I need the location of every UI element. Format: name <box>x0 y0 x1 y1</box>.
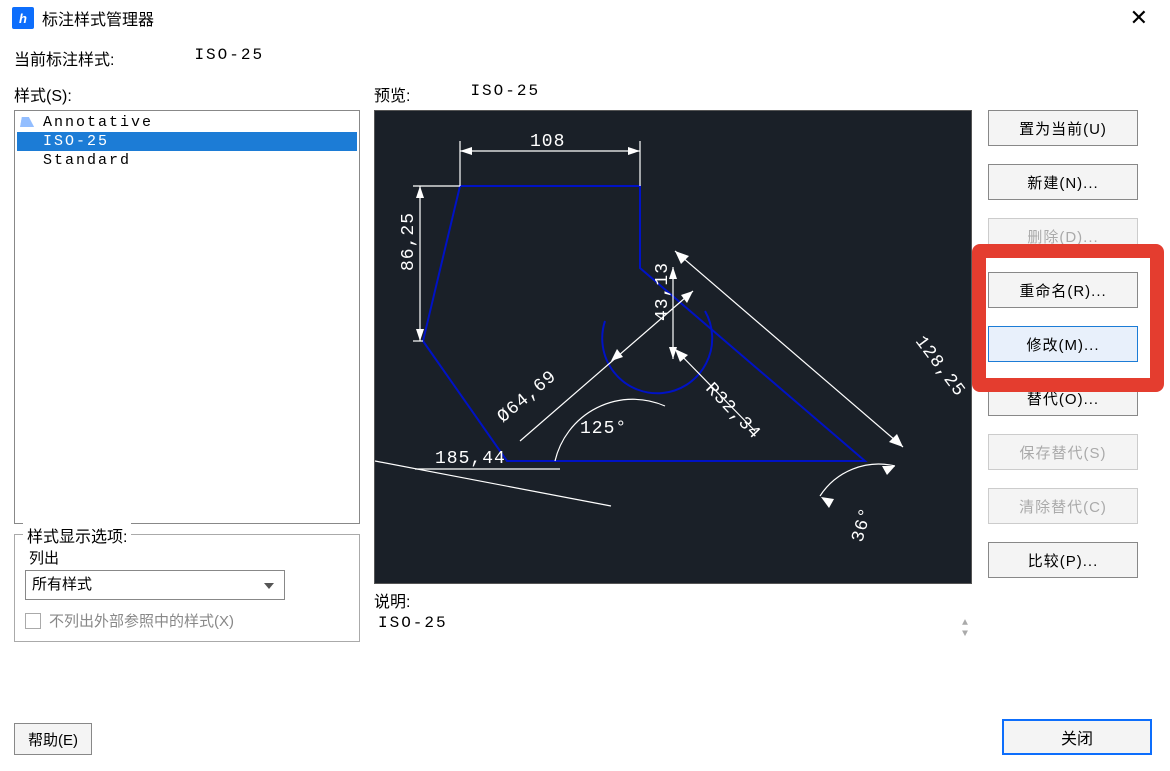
new-button[interactable]: 新建(N)... <box>988 164 1138 200</box>
window-title: 标注样式管理器 <box>42 6 154 30</box>
list-item[interactable]: Annotative <box>17 113 357 132</box>
dim-slant: 128,25 <box>910 333 969 402</box>
dim-top: 108 <box>530 132 565 152</box>
rename-button[interactable]: 重命名(R)... <box>988 272 1138 308</box>
compare-button[interactable]: 比较(P)... <box>988 542 1138 578</box>
checkbox-box <box>25 613 41 629</box>
exclude-xref-checkbox[interactable]: 不列出外部参照中的样式(X) <box>25 610 349 631</box>
style-filter-select[interactable]: 所有样式 <box>25 570 285 600</box>
description-box: ISO-25 ▲▼ <box>374 612 974 672</box>
current-style-value: ISO-25 <box>194 46 264 70</box>
close-icon[interactable]: ✕ <box>1120 5 1158 31</box>
dim-left: 86,25 <box>399 212 419 271</box>
display-options-label: 样式显示选项: <box>23 523 131 547</box>
clear-override-button: 清除替代(C) <box>988 488 1138 524</box>
highlight-marker <box>972 244 1164 392</box>
current-style-label: 当前标注样式: <box>14 46 114 70</box>
help-button[interactable]: 帮助(E) <box>14 723 92 755</box>
list-item[interactable]: ISO-25 <box>17 132 357 151</box>
styles-label: 样式(S): <box>14 82 72 106</box>
list-out-label: 列出 <box>29 547 349 568</box>
modify-button[interactable]: 修改(M)... <box>988 326 1138 362</box>
dim-arc: 36° <box>849 505 878 545</box>
dim-r-inner: 43,13 <box>653 262 673 321</box>
app-icon: h <box>12 7 34 29</box>
dim-angle: 125° <box>580 419 627 439</box>
delete-button: 删除(D)... <box>988 218 1138 254</box>
description-value: ISO-25 <box>378 614 448 632</box>
preview-style-name: ISO-25 <box>470 82 540 106</box>
style-filter-value: 所有样式 <box>32 576 92 593</box>
save-override-button: 保存替代(S) <box>988 434 1138 470</box>
override-button[interactable]: 替代(O)... <box>988 380 1138 416</box>
dim-dia: Ø64,69 <box>494 367 561 428</box>
description-label: 说明: <box>374 588 974 612</box>
close-button[interactable]: 关闭 <box>1002 719 1152 755</box>
exclude-xref-label: 不列出外部参照中的样式(X) <box>49 610 234 631</box>
preview-label: 预览: <box>374 82 410 106</box>
dim-r-outer: R32,34 <box>701 379 765 444</box>
set-current-button[interactable]: 置为当前(U) <box>988 110 1138 146</box>
dim-bottom: 185,44 <box>435 449 506 469</box>
styles-listbox[interactable]: Annotative ISO-25 Standard <box>14 110 360 524</box>
spin-icons[interactable]: ▲▼ <box>962 618 970 640</box>
preview-pane: 108 86,25 43,13 <box>374 110 972 584</box>
list-item[interactable]: Standard <box>17 151 357 170</box>
